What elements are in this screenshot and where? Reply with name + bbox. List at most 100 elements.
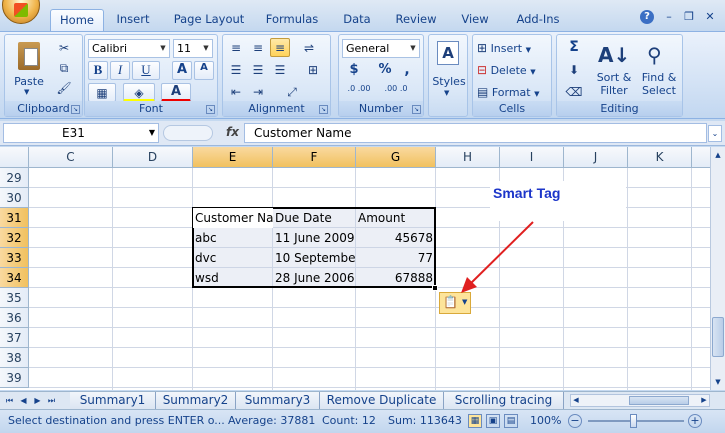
align-center-icon[interactable]: ☰ [248,60,268,79]
column-header-j[interactable]: J [564,147,628,168]
number-format-select[interactable]: General ▼ [342,39,420,58]
scroll-left-icon[interactable]: ◀ [571,395,581,406]
fill-color-icon[interactable]: ◈ [123,83,155,102]
tab-home[interactable]: Home [50,9,104,31]
column-header-c[interactable]: C [29,147,113,168]
comma-button[interactable]: , [397,61,417,80]
shrink-font-button[interactable]: A [194,61,214,80]
column-header-e[interactable]: E [193,147,273,168]
paste-button[interactable]: Paste ▼ [8,37,48,99]
sheet-tab-summary1[interactable]: Summary1 [70,392,156,409]
vertical-scrollbar[interactable]: ▲ ▼ [710,147,725,390]
worksheet-grid[interactable]: C D E F G H I J K 29 30 31 32 33 34 35 3… [0,147,710,390]
increase-indent-icon[interactable]: ⇥ [248,82,268,101]
increase-decimal-button[interactable]: .0 .00 [342,83,376,102]
table-cell[interactable]: 11 June 2009 [273,228,356,248]
normal-view-icon[interactable]: ▦ [468,414,482,428]
format-cells-button[interactable]: ▤ Format ▼ [476,82,550,101]
table-cell[interactable]: 45678 [356,228,435,248]
tab-add-ins[interactable]: Add-Ins [510,9,566,31]
row-header-35[interactable]: 35 [0,288,29,308]
table-cell[interactable]: 67888 [356,268,435,288]
tab-view[interactable]: View [455,9,495,31]
column-header-h[interactable]: H [436,147,500,168]
align-left-icon[interactable]: ☰ [226,60,246,79]
row-header-34[interactable]: 34 [0,268,29,288]
table-cell[interactable]: 77 [356,248,435,268]
table-header-cell[interactable]: Amount [356,208,435,228]
scroll-thumb-horizontal[interactable] [629,396,689,405]
tab-page-layout[interactable]: Page Layout [170,9,248,31]
table-cell[interactable]: 28 June 2006 [273,268,356,288]
clear-icon[interactable]: ⌫ [560,82,588,101]
dialog-launcher-icon[interactable]: ↘ [319,105,328,114]
scroll-up-icon[interactable]: ▲ [712,149,724,161]
sheet-tab-summary2[interactable]: Summary2 [156,392,236,409]
help-icon[interactable]: ? [640,10,654,24]
orientation-icon[interactable]: ⤢ [278,82,306,101]
row-header-32[interactable]: 32 [0,228,29,248]
formula-input[interactable]: Customer Name [244,123,707,143]
row-header-36[interactable]: 36 [0,308,29,328]
scroll-right-icon[interactable]: ▶ [699,395,709,406]
restore-icon[interactable]: ❐ [682,10,696,24]
decrease-indent-icon[interactable]: ⇤ [226,82,246,101]
office-button[interactable] [2,0,40,24]
decrease-decimal-button[interactable]: .00 .0 [379,83,413,102]
page-break-view-icon[interactable]: ▤ [504,414,518,428]
zoom-level[interactable]: 100% [530,414,561,427]
table-header-cell[interactable]: Due Date [273,208,356,228]
cut-icon[interactable]: ✂ [55,38,73,56]
table-header-cell[interactable]: Customer Na [193,208,273,228]
dialog-launcher-icon[interactable]: ↘ [71,105,80,114]
next-sheet-icon[interactable]: ▶ [32,394,43,407]
sheet-tab-summary3[interactable]: Summary3 [236,392,320,409]
formula-bar-splitter[interactable] [163,125,213,141]
font-color-button[interactable]: A [161,83,191,102]
table-cell[interactable]: abc [193,228,273,248]
format-painter-icon[interactable]: 🖌 [55,78,73,96]
column-header-k[interactable]: K [628,147,692,168]
tab-data[interactable]: Data [337,9,377,31]
select-all-corner[interactable] [0,147,29,168]
align-middle-icon[interactable]: ≡ [248,38,268,57]
sort-filter-button[interactable]: A↓ Sort & Filter [591,38,635,100]
styles-group[interactable]: A Styles ▼ [428,34,468,117]
minimize-icon[interactable]: – [662,10,676,24]
horizontal-scrollbar[interactable]: ◀ ▶ [570,394,710,407]
row-header-39[interactable]: 39 [0,368,29,388]
autosum-button[interactable]: Σ [560,38,588,57]
font-size-select[interactable]: 11 ▼ [173,39,213,58]
italic-button[interactable]: I [110,61,130,80]
page-layout-view-icon[interactable]: ▣ [486,414,500,428]
column-header-g[interactable]: G [356,147,436,168]
column-header-f[interactable]: F [273,147,356,168]
fill-icon[interactable]: ⬇ [560,60,588,79]
row-header-30[interactable]: 30 [0,188,29,208]
expand-formula-icon[interactable]: ⌄ [708,125,722,142]
currency-button[interactable]: $ [342,61,366,80]
row-header-31[interactable]: 31 [0,208,29,228]
copy-icon[interactable]: ⧉ [55,58,73,76]
table-cell[interactable]: 10 Septembe [273,248,356,268]
grow-font-button[interactable]: A [172,61,192,80]
prev-sheet-icon[interactable]: ◀ [18,394,29,407]
sheet-tab-scrolling-tracing[interactable]: Scrolling tracing [444,392,564,409]
font-name-select[interactable]: Calibri ▼ [88,39,170,58]
merge-center-icon[interactable]: ⊞ [299,60,327,79]
align-bottom-icon[interactable]: ≡ [270,38,290,57]
chevron-down-icon[interactable]: ▼ [149,124,155,142]
zoom-in-icon[interactable]: + [688,414,702,428]
borders-icon[interactable]: ▦ [88,83,116,102]
insert-cells-button[interactable]: ⊞ Insert ▼ [476,38,550,57]
insert-function-icon[interactable]: fx [226,125,239,139]
scroll-down-icon[interactable]: ▼ [712,376,724,388]
tab-formulas[interactable]: Formulas [262,9,322,31]
tab-review[interactable]: Review [390,9,442,31]
zoom-out-icon[interactable]: − [568,414,582,428]
align-right-icon[interactable]: ☰ [270,60,290,79]
delete-cells-button[interactable]: ⊟ Delete ▼ [476,60,550,79]
underline-button[interactable]: U [132,61,160,80]
fill-handle[interactable] [432,285,438,291]
table-cell[interactable]: wsd [193,268,273,288]
